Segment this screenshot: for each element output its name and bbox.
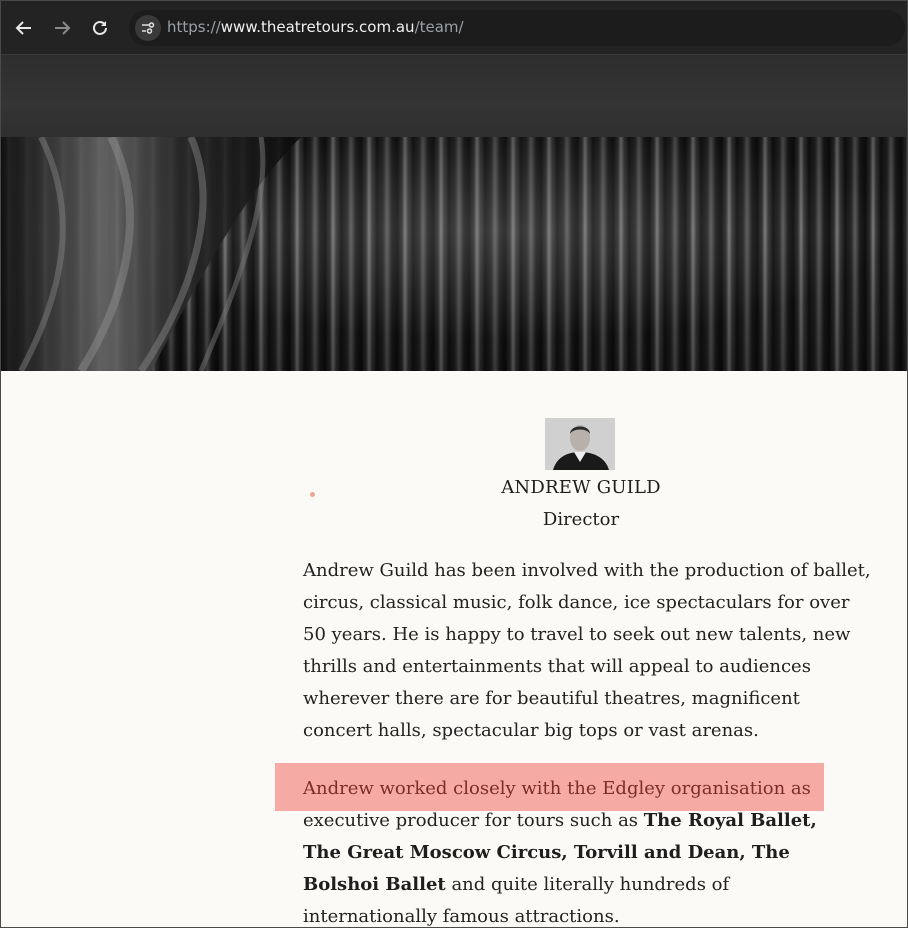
team-member-role: Director	[542, 509, 620, 530]
team-member-section: ANDREW GUILD Director Andrew Guild has b…	[1, 371, 907, 927]
reload-icon[interactable]	[85, 11, 115, 45]
url-path: /team/	[414, 18, 464, 36]
url-text[interactable]: https://www.theatretours.com.au/team/	[167, 18, 464, 36]
browser-window: https://www.theatretours.com.au/team/ AN…	[0, 0, 908, 928]
url-scheme: https://	[167, 18, 221, 36]
bio-paragraph: Andrew Guild has been involved with the …	[303, 560, 871, 741]
address-bar[interactable]: https://www.theatretours.com.au/team/	[129, 10, 905, 46]
bio-text-mid: executive producer for tours such as	[303, 810, 644, 831]
back-arrow-icon[interactable]	[9, 11, 39, 45]
highlighted-text: Andrew worked closely with the Edgley or…	[303, 778, 811, 799]
decorative-dot	[310, 492, 315, 497]
profile-photo	[545, 418, 615, 470]
forward-arrow-icon[interactable]	[47, 11, 77, 45]
site-info-icon[interactable]	[135, 15, 161, 41]
url-host: www.theatretours.com.au	[220, 18, 415, 36]
bio-paragraph-2: Andrew worked closely with the Edgley or…	[303, 773, 843, 927]
browser-toolbar: https://www.theatretours.com.au/team/	[1, 1, 907, 55]
team-member-name: ANDREW GUILD	[501, 477, 661, 498]
site-header	[1, 55, 907, 137]
curtain-banner-image	[1, 137, 907, 371]
